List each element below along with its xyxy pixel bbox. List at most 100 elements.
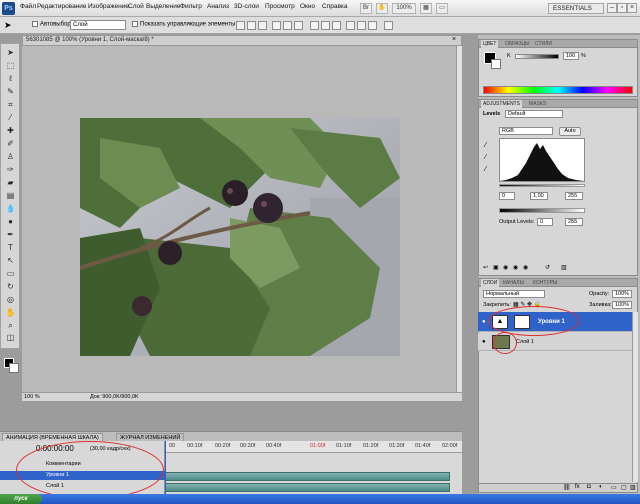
color-spectrum-ramp[interactable] [483,86,633,94]
new-adjustment-icon[interactable]: ◐ [599,484,603,490]
3d-rotate-tool-icon[interactable]: ↻ [4,281,17,293]
expand-view-icon[interactable]: ▣ [493,264,499,271]
add-mask-icon[interactable]: ◘ [587,484,591,490]
distribute-top-icon[interactable] [310,21,319,30]
zoom-percentage[interactable]: 100 % [24,393,40,401]
close-icon[interactable]: × [627,3,637,13]
eraser-tool-icon[interactable]: ▰ [4,177,17,189]
menu-select[interactable]: Выделение [146,3,180,10]
layer-style-icon[interactable]: fx [575,484,580,490]
show-controls-checkbox[interactable]: Показать управляющие элементы [132,21,235,28]
path-select-tool-icon[interactable]: ↖ [4,255,17,267]
fill-input[interactable]: 100% [612,301,632,309]
hand-tool-icon[interactable]: ✋ [4,307,17,319]
delete-icon[interactable]: ▥ [561,264,567,271]
tab-adjustments[interactable]: ADJUSTMENTS [481,100,522,108]
align-center-icon[interactable] [283,21,292,30]
menu-layer[interactable]: Слой [128,3,144,10]
white-eyedropper-icon[interactable]: ⁄ [485,166,486,173]
distribute-right-icon[interactable] [368,21,377,30]
tab-color[interactable]: ЦВЕТ [481,40,499,48]
auto-select-checkbox[interactable]: Автовыбор: [32,21,72,28]
align-top-icon[interactable] [236,21,245,30]
output-levels-slider[interactable] [499,208,585,213]
layer-name[interactable]: Слой 1 [516,339,534,345]
channel-dropdown[interactable]: RGB [499,127,553,135]
zoom-level-control[interactable]: 100% [392,3,416,14]
checkbox-icon[interactable] [32,21,38,27]
track-levels[interactable] [165,472,450,481]
distribute-center-icon[interactable] [357,21,366,30]
menu-analysis[interactable]: Анализ [207,3,229,10]
menu-help[interactable]: Справка [322,3,348,10]
menu-image[interactable]: Изображение [88,3,129,10]
tab-channels[interactable]: КАНАЛЫ [501,279,526,287]
lasso-tool-icon[interactable]: ℓ [4,73,17,85]
align-middle-icon[interactable] [247,21,256,30]
previous-state-icon[interactable]: ◉ [523,264,528,271]
k-slider[interactable] [515,54,559,59]
background-color-swatch[interactable] [9,363,19,373]
align-right-icon[interactable] [294,21,303,30]
document-canvas[interactable] [22,46,462,392]
pen-tool-icon[interactable]: ✒ [4,229,17,241]
minimize-icon[interactable]: – [607,3,617,13]
align-bottom-icon[interactable] [258,21,267,30]
menu-filter[interactable]: Фильтр [180,3,202,10]
tab-swatches[interactable]: ОБРАЗЦЫ [503,40,532,48]
opacity-input[interactable]: 100% [612,290,632,298]
start-button[interactable]: пуск [0,494,42,504]
document-tab-title[interactable]: 56301085 @ 100% (Уровни 1, Слой-маска/8)… [22,35,462,46]
restore-icon[interactable]: ▫ [617,3,627,13]
gray-eyedropper-icon[interactable]: ⁄ [485,154,486,161]
zoom-tool-icon[interactable]: ⌕ [4,320,17,332]
link-layers-icon[interactable]: ⛓ [563,484,571,491]
menu-window[interactable]: Окно [300,3,315,10]
distribute-left-icon[interactable] [346,21,355,30]
tab-paths[interactable]: КОНТУРЫ [531,279,559,287]
brush-tool-icon[interactable]: ✐ [4,138,17,150]
output-white-field[interactable]: 255 [565,218,583,226]
clone-stamp-tool-icon[interactable]: ♙ [4,151,17,163]
screen-mode-icon[interactable]: ▭ [436,3,448,14]
color-background-swatch[interactable] [491,59,501,69]
auto-select-dropdown[interactable]: Слой [70,20,126,30]
menu-file[interactable]: Файл [20,3,36,10]
menu-view[interactable]: Просмотр [265,3,295,10]
blur-tool-icon[interactable]: 💧 [4,203,17,215]
visibility-toggle-icon[interactable]: ◉ [513,264,518,271]
menu-edit[interactable]: Редактирование [37,3,87,10]
levels-preset-dropdown[interactable]: Default [505,110,563,118]
eye-icon[interactable]: ● [482,319,486,325]
output-black-field[interactable]: 0 [537,218,553,226]
shape-tool-icon[interactable]: ▭ [4,268,17,280]
distribute-bottom-icon[interactable] [332,21,341,30]
input-levels-slider[interactable] [499,184,585,187]
trash-icon[interactable]: ▥ [630,484,636,491]
quick-select-tool-icon[interactable]: ✎ [4,86,17,98]
tab-layers[interactable]: СЛОИ [481,279,500,287]
close-document-icon[interactable]: × [452,36,456,43]
tab-masks[interactable]: MASKS [527,100,549,108]
blend-mode-dropdown[interactable]: Нормальный [483,290,545,298]
input-black-field[interactable]: 0 [499,192,515,200]
move-tool-icon[interactable]: ➤ [4,47,17,59]
timeline-ruler[interactable]: 00 00:10f 00:20f 00:30f 00:40f 01:00f 01… [165,441,462,453]
healing-brush-tool-icon[interactable]: ✚ [4,125,17,137]
layers-scrollbar[interactable] [632,312,638,482]
new-group-icon[interactable]: ▭ [611,484,617,491]
tab-animation-timeline[interactable]: АНИМАЦИЯ (ВРЕМЕННАЯ ШКАЛА) [2,433,103,441]
move-tool-icon[interactable]: ➤ [4,20,12,31]
gradient-tool-icon[interactable]: ▤ [4,190,17,202]
workspace-switcher[interactable]: ESSENTIALS [548,3,604,14]
eye-icon[interactable]: ● [482,339,486,345]
document-vertical-scrollbar[interactable] [456,46,462,392]
type-tool-icon[interactable]: T [4,242,17,254]
return-arrow-icon[interactable]: ↩ [483,264,488,271]
new-layer-icon[interactable]: ▢ [621,484,627,491]
tab-history[interactable]: ЖУРНАЛ ИЗМЕНЕНИЙ [116,433,185,441]
black-eyedropper-icon[interactable]: ⁄ [485,142,486,149]
reset-icon[interactable]: ↺ [545,264,550,271]
tab-styles[interactable]: СТИЛИ [533,40,554,48]
3d-orbit-tool-icon[interactable]: ◎ [4,294,17,306]
